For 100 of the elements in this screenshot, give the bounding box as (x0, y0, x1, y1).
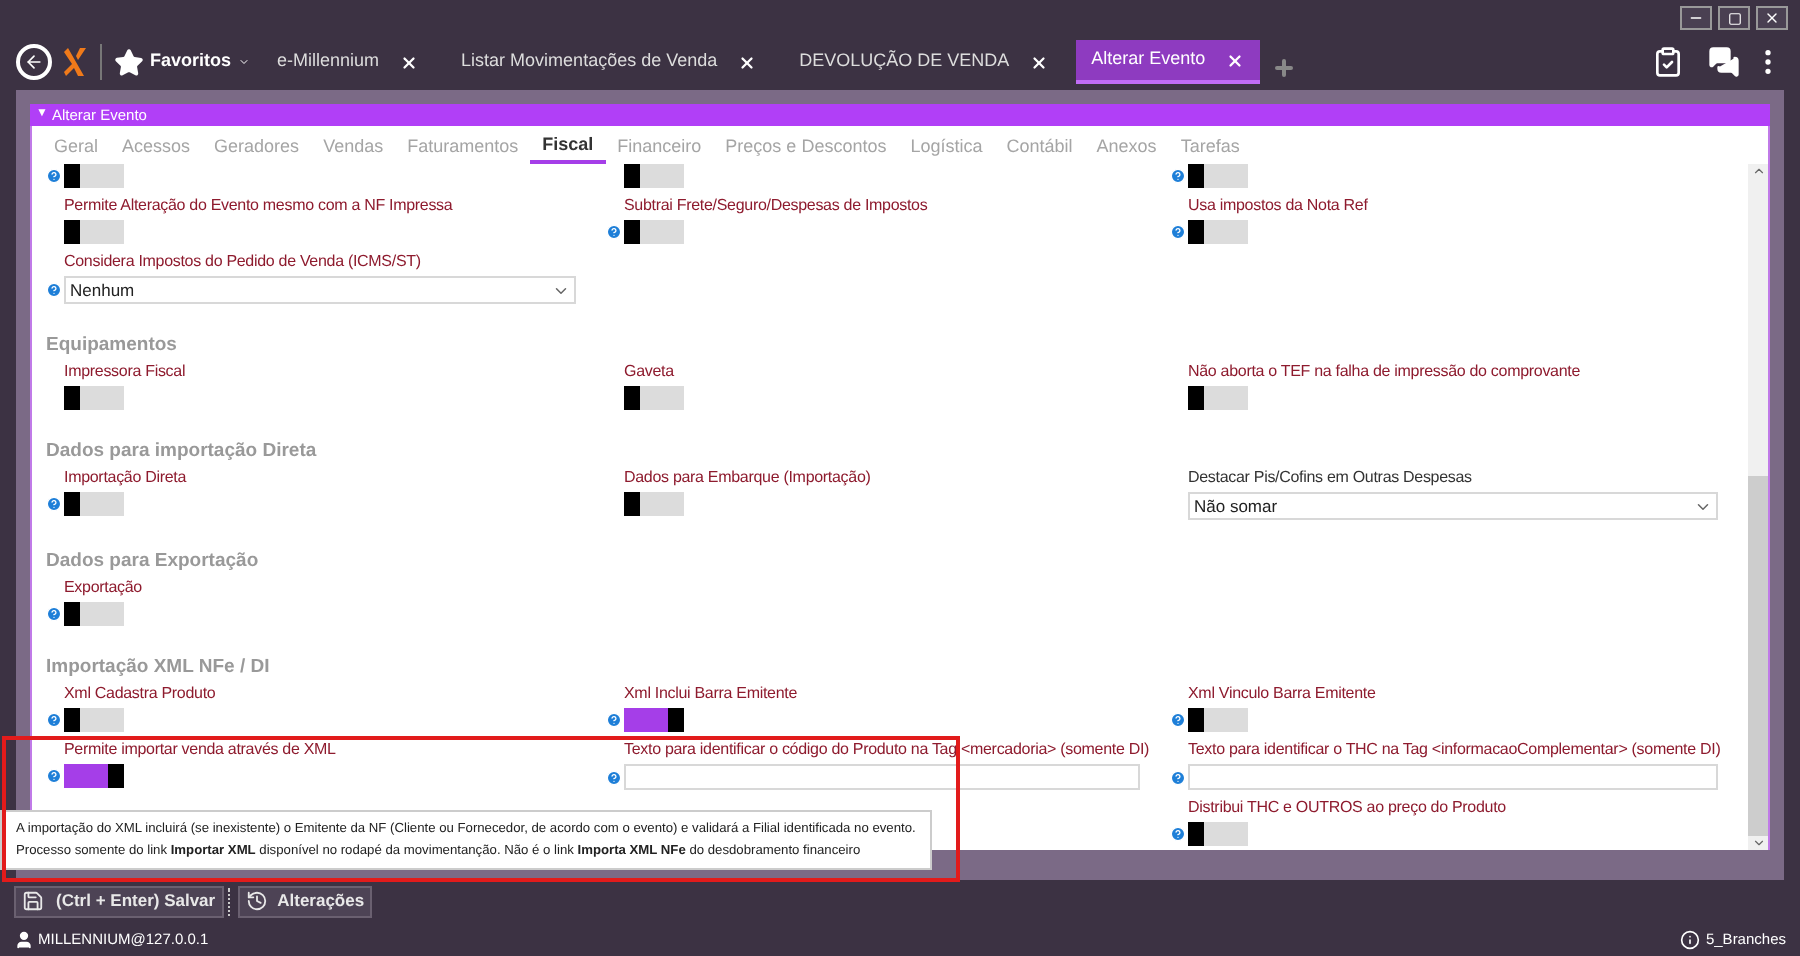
form-tab[interactable]: Logística (898, 130, 995, 164)
form-tab[interactable]: Tarefas (1168, 130, 1252, 164)
help-icon[interactable] (1170, 224, 1186, 240)
field-label: Considera Impostos do Pedido de Venda (ICMS/ST) (64, 250, 423, 272)
help-icon[interactable] (606, 712, 622, 728)
minimize-button[interactable] (1680, 6, 1712, 30)
form-tab[interactable]: Acessos (110, 130, 203, 164)
help-icon[interactable] (606, 224, 622, 240)
toggle-switch[interactable] (624, 164, 684, 188)
field-label: Texto para identificar o THC na Tag <informacaoComplementar> (somente DI) (1188, 738, 1723, 760)
close-button[interactable] (1756, 6, 1788, 30)
close-icon[interactable] (399, 53, 418, 71)
window-tab[interactable]: DEVOLUÇÃO DE VENDA (783, 40, 1064, 84)
form-tab[interactable]: Vendas (311, 130, 396, 164)
logo-icon (64, 46, 88, 78)
toggle-switch[interactable] (1188, 164, 1248, 188)
window-tab[interactable]: Alterar Evento (1075, 40, 1260, 84)
help-icon[interactable] (46, 712, 62, 728)
field-label: Impressora Fiscal (64, 360, 188, 382)
toggle-switch[interactable] (624, 708, 684, 732)
toggle-switch[interactable] (1188, 822, 1248, 846)
help-icon[interactable] (606, 769, 622, 785)
scroll-up-icon (1751, 164, 1765, 178)
help-icon[interactable] (1170, 769, 1186, 785)
section-title: Importação XML NFe / DI (46, 656, 272, 680)
history-button[interactable]: Alterações (237, 885, 373, 917)
field-label: Xml Inclui Barra Emitente (624, 682, 800, 704)
toggle-switch[interactable] (624, 220, 684, 244)
help-icon[interactable] (46, 606, 62, 622)
form-tab[interactable]: Preços e Descontos (713, 130, 899, 164)
window-tab[interactable]: Listar Movimentações de Venda (445, 40, 772, 84)
form-tab[interactable]: Contábil (994, 130, 1085, 164)
form-tab[interactable]: Anexos (1084, 130, 1169, 164)
add-tab-icon[interactable] (1271, 56, 1296, 80)
maximize-button[interactable] (1718, 6, 1750, 30)
info-icon (1679, 930, 1700, 950)
form-tab[interactable]: Fiscal (530, 130, 606, 164)
scrollbar[interactable] (1748, 164, 1768, 850)
input-field[interactable] (1188, 764, 1718, 790)
toggle-switch[interactable] (1188, 386, 1248, 410)
section-title: Equipamentos (46, 334, 179, 358)
scroll-down-icon (1751, 836, 1765, 850)
close-icon (1764, 10, 1780, 26)
field-label: Importação Direta (64, 466, 189, 488)
help-icon[interactable] (46, 282, 62, 298)
toggle-switch[interactable] (624, 492, 684, 516)
star-icon (114, 47, 144, 77)
help-icon[interactable] (46, 496, 62, 512)
field-label: Distribui THC e OUTROS ao preço do Produto (1188, 796, 1508, 818)
floppy-icon (22, 890, 44, 912)
field-label: Permite importar venda através de XML (64, 738, 338, 760)
field-label: Exportação (64, 576, 144, 598)
toggle-switch[interactable] (1188, 220, 1248, 244)
field-label: Permite Alteração do Evento mesmo com a NF Impressa (64, 194, 455, 216)
clock-icon (245, 890, 268, 912)
form-tab[interactable]: Geral (42, 130, 111, 164)
help-icon[interactable] (1170, 168, 1186, 184)
field-label: Gaveta (624, 360, 676, 382)
maximize-icon (1727, 11, 1741, 25)
help-icon[interactable] (46, 168, 62, 184)
toggle-switch[interactable] (64, 492, 124, 516)
window-tab[interactable]: e-Millennium (261, 40, 434, 84)
form-tab[interactable]: Faturamentos (395, 130, 531, 164)
field-label: Subtrai Frete/Seguro/Despesas de Impostos (624, 194, 930, 216)
field-label: Xml Cadastra Produto (64, 682, 218, 704)
toggle-switch[interactable] (64, 386, 124, 410)
dropdown-field[interactable]: Nenhum (64, 276, 576, 304)
toggle-switch[interactable] (624, 386, 684, 410)
form-tab[interactable]: Financeiro (605, 130, 714, 164)
field-label: Destacar Pis/Cofins em Outras Despesas (1188, 466, 1474, 488)
toggle-switch[interactable] (64, 764, 124, 788)
chat-icon[interactable] (1708, 46, 1740, 78)
user-icon (14, 930, 34, 950)
field-label: Dados para Embarque (Importação) (624, 466, 873, 488)
dropdown-field[interactable]: Não somar (1188, 492, 1718, 520)
favorites-button[interactable]: Favoritos (114, 40, 250, 84)
toggle-switch[interactable] (64, 220, 124, 244)
back-button[interactable] (16, 44, 52, 80)
section-title: Dados para Exportação (46, 550, 261, 574)
form-tab[interactable]: Geradores (202, 130, 312, 164)
save-button[interactable]: (Ctrl + Enter) Salvar (14, 885, 224, 917)
toggle-switch[interactable] (64, 708, 124, 732)
field-label: Não aborta o TEF na falha de impressão do comprovante (1188, 360, 1583, 382)
back-arrow-icon (24, 52, 44, 72)
help-icon[interactable] (46, 768, 62, 784)
field-label: Texto para identificar o código do Produto na Tag <mercadoria> (somente DI) (624, 738, 1152, 760)
toggle-switch[interactable] (64, 164, 124, 188)
close-icon[interactable] (1029, 53, 1048, 71)
field-label: Xml Vinculo Barra Emitente (1188, 682, 1378, 704)
close-icon[interactable] (737, 53, 756, 71)
section-title: Dados para importação Direta (46, 440, 319, 464)
close-icon[interactable] (1225, 51, 1244, 69)
field-label: Usa impostos da Nota Ref (1188, 194, 1370, 216)
toggle-switch[interactable] (1188, 708, 1248, 732)
caret-icon (237, 56, 250, 68)
help-icon[interactable] (1170, 826, 1186, 842)
input-field[interactable] (624, 764, 1140, 790)
help-icon[interactable] (1170, 712, 1186, 728)
toggle-switch[interactable] (64, 602, 124, 626)
clipboard-icon[interactable] (1652, 46, 1684, 78)
